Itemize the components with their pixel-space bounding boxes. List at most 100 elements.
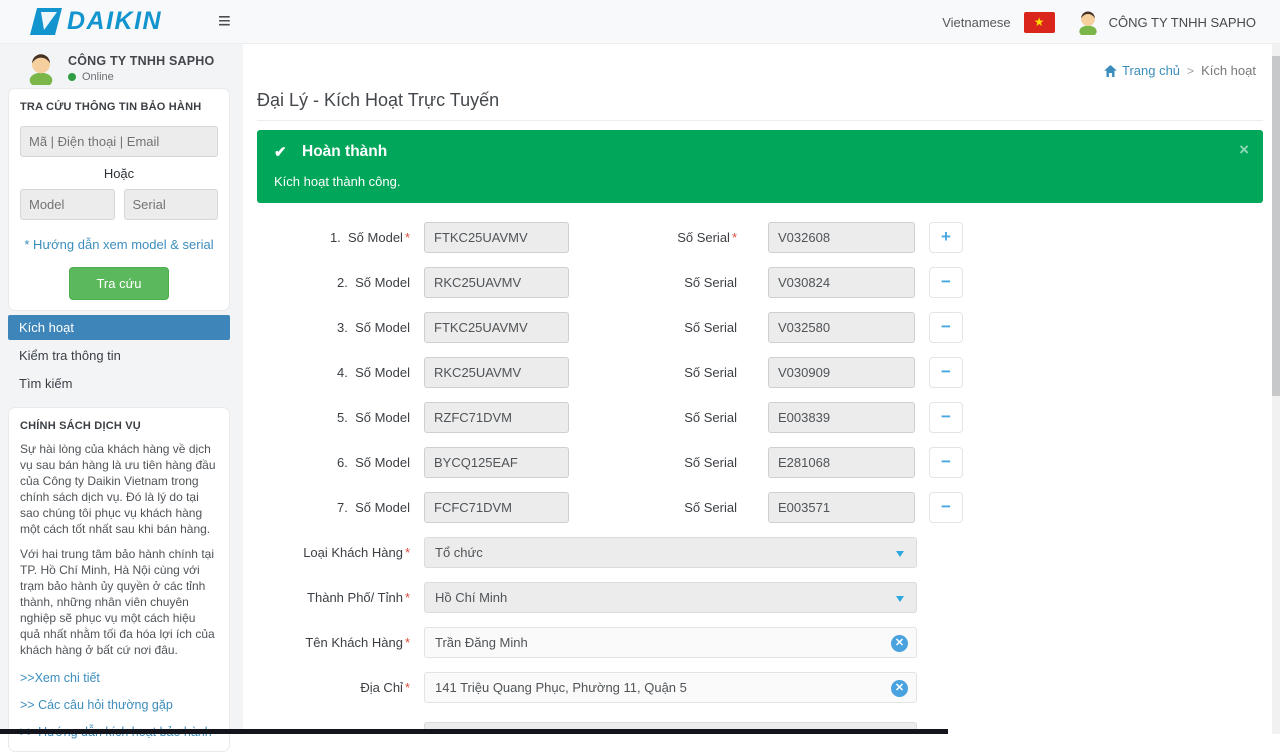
top-header: DAIKIN ≡ Vietnamese ★ CÔNG TY TNHH SAPHO [0,0,1280,44]
lookup-title: TRA CỨU THÔNG TIN BẢO HÀNH [20,101,218,113]
daikin-logo-mark [30,8,62,35]
model-input[interactable] [424,222,569,253]
remove-row-button[interactable]: − [929,402,963,433]
remove-row-button[interactable]: − [929,312,963,343]
device-row: 1. Số Model* Số Serial* + [257,222,1017,253]
serial-input[interactable] [768,222,915,253]
serial-input[interactable] [768,492,915,523]
remove-row-button[interactable]: − [929,492,963,523]
home-icon [1104,65,1117,77]
title-divider [257,120,1263,121]
serial-label: Số Serial [569,320,737,335]
scrollbar-thumb[interactable] [1272,56,1280,396]
lookup-model-input[interactable] [20,189,115,220]
add-row-button[interactable]: + [929,222,963,253]
device-row: 4. Số Model Số Serial − [257,357,1017,388]
daikin-logo[interactable]: DAIKIN [30,7,162,36]
sidebar-user: CÔNG TY TNHH SAPHO Online [24,51,214,85]
chevron-down-icon [896,551,904,557]
language-label: Vietnamese [942,15,1010,30]
lookup-serial-input[interactable] [124,189,219,220]
sidebar-user-name: CÔNG TY TNHH SAPHO [68,54,214,68]
model-serial-guide-link[interactable]: * Hướng dẫn xem model & serial [20,237,218,252]
serial-label: Số Serial [569,410,737,425]
model-input[interactable] [424,447,569,478]
success-alert: ✔ Hoàn thành Kích hoạt thành công. × [257,130,1263,203]
sidebar-item-kiem-tra-thong-tin[interactable]: Kiểm tra thông tin [8,343,230,368]
address-label: Địa Chỉ* [257,680,410,695]
vietnam-flag-icon[interactable]: ★ [1024,12,1055,33]
lookup-search-button[interactable]: Tra cứu [69,267,168,300]
user-avatar [1075,9,1101,35]
daikin-logo-text: DAIKIN [67,7,162,36]
field-row: Tên Khách Hàng* Trần Đăng Minh ✕ [257,627,1017,658]
required-marker: * [405,545,410,560]
required-marker: * [405,230,410,245]
serial-label: Số Serial [569,365,737,380]
serial-label: Số Serial* [569,230,737,245]
model-label: 3. Số Model [257,320,410,335]
device-row: 6. Số Model Số Serial − [257,447,1017,478]
required-marker: * [405,590,410,605]
customer-type-label: Loại Khách Hàng* [257,545,410,560]
model-label: 1. Số Model* [257,230,410,245]
breadcrumb-separator: > [1187,64,1194,78]
header-user-menu[interactable]: CÔNG TY TNHH SAPHO [1075,9,1256,35]
lookup-code-input[interactable] [20,126,218,157]
model-input[interactable] [424,267,569,298]
alert-message: Kích hoạt thành công. [274,174,400,189]
required-marker: * [405,635,410,650]
customer-type-select[interactable]: Tổ chức [424,537,917,568]
serial-label: Số Serial [569,275,737,290]
policy-link-faq[interactable]: >> Các câu hỏi thường gặp [20,698,218,712]
sidebar-item-kich-hoat[interactable]: Kích hoạt [8,315,230,340]
model-input[interactable] [424,312,569,343]
online-status-dot [68,73,76,81]
city-label: Thành Phố/ Tỉnh* [257,590,410,605]
clear-field-icon[interactable]: ✕ [891,680,908,697]
policy-title: CHÍNH SÁCH DỊCH VỤ [20,420,218,432]
model-input[interactable] [424,357,569,388]
breadcrumb-home-label: Trang chủ [1122,63,1180,78]
serial-input[interactable] [768,447,915,478]
warranty-lookup-card: TRA CỨU THÔNG TIN BẢO HÀNH Hoặc * Hướng … [8,88,230,311]
sidebar-item-tim-kiem[interactable]: Tìm kiếm [8,371,230,396]
field-row: Địa Chỉ* 141 Triệu Quang Phục, Phường 11… [257,672,1017,703]
clear-field-icon[interactable]: ✕ [891,635,908,652]
model-label: 6. Số Model [257,455,410,470]
remove-row-button[interactable]: − [929,267,963,298]
serial-input[interactable] [768,357,915,388]
model-input[interactable] [424,402,569,433]
alert-close-icon[interactable]: × [1239,141,1249,158]
policy-link-details[interactable]: >>Xem chi tiết [20,671,218,685]
field-row: Thành Phố/ Tỉnh* Hồ Chí Minh [257,582,1017,613]
breadcrumb-current: Kích hoạt [1201,63,1256,78]
address-input[interactable]: 141 Triệu Quang Phục, Phường 11, Quận 5 … [424,672,917,703]
device-row: 3. Số Model Số Serial − [257,312,1017,343]
remove-row-button[interactable]: − [929,357,963,388]
model-input[interactable] [424,492,569,523]
model-label: 2. Số Model [257,275,410,290]
service-policy-card: CHÍNH SÁCH DỊCH VỤ Sự hài lòng của khách… [8,407,230,752]
sidebar-menu: Kích hoạt Kiểm tra thông tin Tìm kiếm [8,315,230,399]
device-row: 7. Số Model Số Serial − [257,492,1017,523]
field-row: Loại Khách Hàng* Tổ chức [257,537,1017,568]
device-row: 5. Số Model Số Serial − [257,402,1017,433]
serial-input[interactable] [768,267,915,298]
check-icon: ✔ [274,143,287,161]
hamburger-menu-icon[interactable]: ≡ [218,8,231,34]
activation-form: 1. Số Model* Số Serial* + 2. Số Model Số… [257,222,1017,717]
remove-row-button[interactable]: − [929,447,963,478]
device-row: 2. Số Model Số Serial − [257,267,1017,298]
breadcrumb-home-link[interactable]: Trang chủ [1104,63,1180,78]
flag-star: ★ [1034,16,1045,28]
city-select[interactable]: Hồ Chí Minh [424,582,917,613]
header-user-name: CÔNG TY TNHH SAPHO [1109,15,1256,30]
customer-name-input[interactable]: Trần Đăng Minh ✕ [424,627,917,658]
model-label: 7. Số Model [257,500,410,515]
serial-input[interactable] [768,402,915,433]
sidebar: CÔNG TY TNHH SAPHO Online TRA CỨU THÔNG … [0,44,243,734]
policy-paragraph-1: Sự hài lòng của khách hàng về dịch vụ sa… [20,441,218,537]
alert-title: Hoàn thành [302,143,387,161]
serial-input[interactable] [768,312,915,343]
